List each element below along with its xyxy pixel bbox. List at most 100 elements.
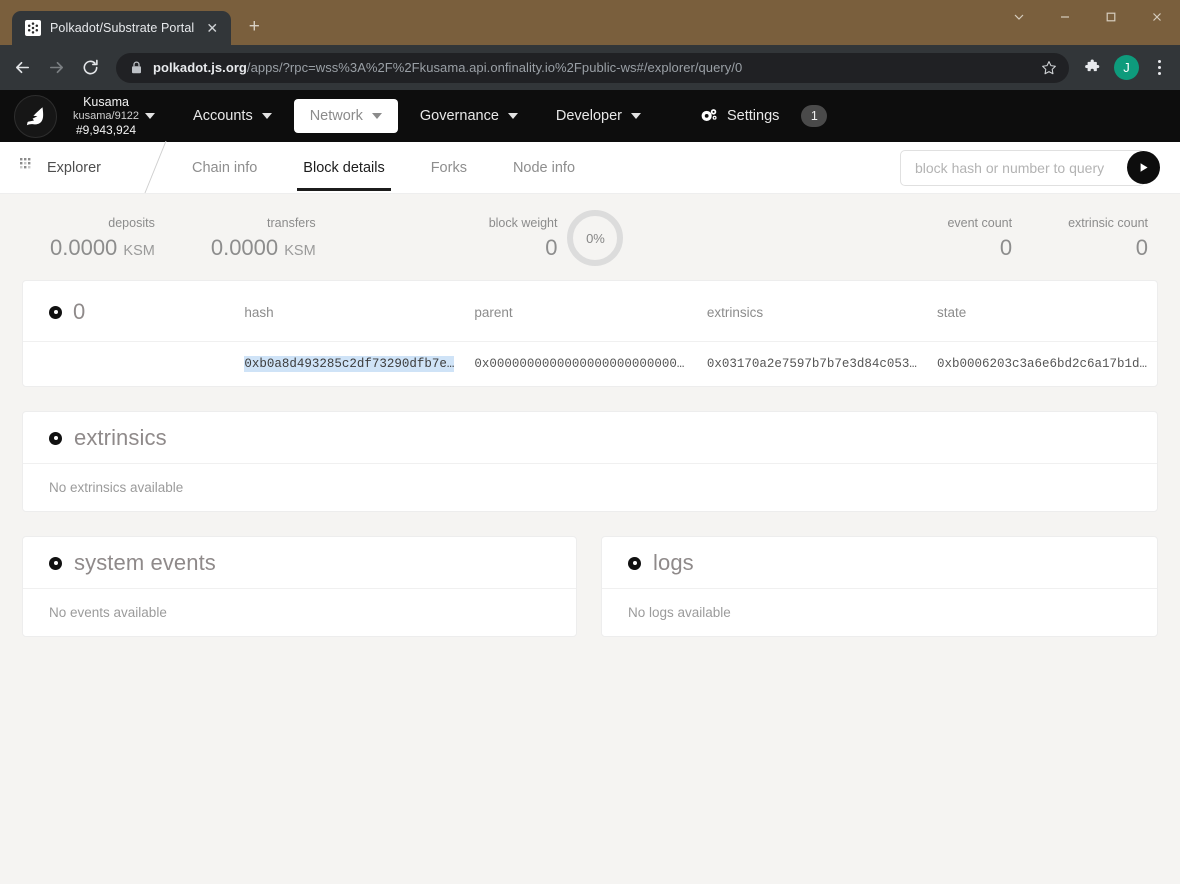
- nav-item-developer[interactable]: Developer: [540, 99, 657, 133]
- system-events-empty-text: No events available: [49, 605, 167, 620]
- profile-avatar[interactable]: J: [1114, 55, 1139, 80]
- settings-badge: 1: [801, 105, 828, 127]
- table-header-state: state: [926, 281, 1157, 342]
- logs-empty-text: No logs available: [628, 605, 731, 620]
- summary-transfers: transfers 0.0000 KSM: [183, 215, 344, 260]
- browser-toolbar: polkadot.js.org/apps/?rpc=wss%3A%2F%2Fku…: [0, 45, 1180, 90]
- nav-item-network[interactable]: Network: [293, 99, 398, 133]
- chevron-down-icon[interactable]: [996, 0, 1042, 33]
- block-summary: deposits 0.0000 KSM transfers 0.0000 KSM…: [0, 194, 1180, 280]
- chevron-down-icon: [507, 113, 518, 119]
- tab-strip: Polkadot/Substrate Portal ✕ +: [0, 0, 269, 45]
- extensions-puzzle-icon[interactable]: [1077, 53, 1107, 83]
- extrinsics-card: extrinsics No extrinsics available: [22, 411, 1158, 512]
- forward-button-icon[interactable]: [40, 52, 72, 84]
- maximize-icon[interactable]: [1088, 0, 1134, 33]
- cell-parent: 0x0000000000000000000000000…: [474, 357, 685, 371]
- query-submit-button[interactable]: [1127, 151, 1160, 184]
- table-row: 0xb0a8d493285c2df73290dfb7e… 0x000000000…: [23, 342, 1157, 387]
- browser-titlebar: Polkadot/Substrate Portal ✕ +: [0, 0, 1180, 45]
- chain-version: kusama/9122: [73, 109, 140, 122]
- summary-value: 0: [999, 235, 1013, 261]
- nav-item-settings[interactable]: Settings: [685, 99, 795, 133]
- page-content: Kusama kusama/9122 #9,943,924 Accounts N…: [0, 90, 1180, 884]
- block-number: 0: [73, 299, 86, 324]
- tab-forks[interactable]: Forks: [417, 144, 481, 191]
- nav-item-label: Settings: [726, 108, 780, 124]
- summary-deposits: deposits 0.0000 KSM: [22, 216, 183, 259]
- new-tab-button[interactable]: +: [239, 12, 269, 42]
- block-dot-icon: [49, 305, 62, 319]
- summary-unit: KSM: [284, 242, 316, 259]
- nav-item-label: Accounts: [193, 108, 253, 124]
- logs-title: logs: [653, 550, 694, 575]
- nav-item-governance[interactable]: Governance: [404, 99, 534, 133]
- summary-number: 0.0000: [50, 234, 118, 260]
- tab-node-info[interactable]: Node info: [499, 144, 589, 191]
- summary-value: 0: [545, 235, 558, 261]
- chain-selector[interactable]: Kusama kusama/9122 #9,943,924: [14, 94, 156, 138]
- system-events-column: system events No events available: [22, 536, 577, 661]
- query-box: [900, 149, 1180, 186]
- nav-item-accounts[interactable]: Accounts: [177, 99, 288, 133]
- block-number-cell: 0: [33, 299, 224, 325]
- summary-number: 0.0000: [210, 234, 279, 260]
- block-table: 0 hash parent extrinsics state 0xb0a8d49…: [23, 281, 1157, 386]
- block-weight-ring: 0%: [567, 210, 624, 266]
- extrinsics-title: extrinsics: [74, 425, 167, 450]
- section-dot-icon: [49, 556, 62, 570]
- table-header-extrinsics: extrinsics: [696, 281, 927, 342]
- chevron-down-icon: [630, 113, 641, 119]
- window-controls: [996, 0, 1180, 33]
- browser-window: Polkadot/Substrate Portal ✕ + polkadot.j…: [0, 0, 1180, 884]
- chain-text: Kusama kusama/9122 #9,943,924: [73, 95, 139, 137]
- summary-extrinsic-count: extrinsic count 0: [1040, 216, 1158, 261]
- chain-block-number: #9,943,924: [75, 122, 137, 137]
- content-area: 0 hash parent extrinsics state 0xb0a8d49…: [0, 280, 1180, 884]
- table-header-row: 0 hash parent extrinsics state: [23, 281, 1157, 342]
- summary-label: event count: [947, 215, 1013, 230]
- breadcrumb[interactable]: Explorer: [20, 158, 121, 177]
- browser-tab[interactable]: Polkadot/Substrate Portal ✕: [12, 11, 232, 45]
- summary-value: 0: [1135, 235, 1148, 261]
- cell-state: 0xb0006203c3a6e6bd2c6a17b1d…: [936, 357, 1147, 371]
- table-header-parent: parent: [464, 281, 697, 342]
- logs-column: logs No logs available: [601, 536, 1158, 661]
- query-input[interactable]: [900, 149, 1145, 186]
- breadcrumb-separator: [121, 142, 161, 194]
- section-dot-icon: [628, 556, 641, 570]
- section-dot-icon: [49, 431, 62, 445]
- cell-hash: 0xb0a8d493285c2df73290dfb7e…: [234, 342, 464, 387]
- gear-icon: [701, 108, 718, 124]
- back-button-icon[interactable]: [6, 52, 38, 84]
- polkadot-favicon-icon: [25, 20, 41, 36]
- app-navbar: Kusama kusama/9122 #9,943,924 Accounts N…: [0, 90, 1180, 142]
- cell-empty: [23, 342, 234, 387]
- minimize-icon[interactable]: [1042, 0, 1088, 33]
- breadcrumb-label: Explorer: [47, 159, 101, 176]
- block-weight-text: block weight 0: [488, 215, 558, 261]
- summary-label: transfers: [267, 215, 316, 230]
- logs-card: logs No logs available: [601, 536, 1158, 637]
- chevron-down-icon: [145, 113, 156, 119]
- tab-close-icon[interactable]: ✕: [203, 19, 221, 37]
- browser-tab-title: Polkadot/Substrate Portal: [50, 21, 195, 35]
- address-bar[interactable]: polkadot.js.org/apps/?rpc=wss%3A%2F%2Fku…: [116, 52, 1069, 83]
- chevron-down-icon: [261, 113, 272, 119]
- summary-block-weight: block weight 0 0%: [489, 210, 624, 266]
- block-details-card: 0 hash parent extrinsics state 0xb0a8d49…: [22, 280, 1158, 387]
- block-hash-link[interactable]: 0xb0a8d493285c2df73290dfb7e…: [244, 356, 455, 372]
- browser-menu-icon[interactable]: [1146, 53, 1172, 83]
- reload-button-icon[interactable]: [74, 52, 106, 84]
- tab-chain-info[interactable]: Chain info: [178, 144, 271, 191]
- section-tabbar: Explorer Chain info Block details Forks …: [0, 142, 1180, 194]
- close-icon[interactable]: [1134, 0, 1180, 33]
- kusama-logo-icon: [14, 94, 57, 138]
- tab-block-details[interactable]: Block details: [289, 144, 398, 191]
- logs-card-header: logs: [602, 537, 1157, 589]
- system-events-card-header: system events: [23, 537, 576, 589]
- summary-value: 0.0000 KSM: [50, 236, 155, 259]
- summary-label: block weight: [488, 215, 558, 230]
- grid-dots-icon: [20, 158, 36, 177]
- bookmark-star-icon[interactable]: [1035, 54, 1063, 82]
